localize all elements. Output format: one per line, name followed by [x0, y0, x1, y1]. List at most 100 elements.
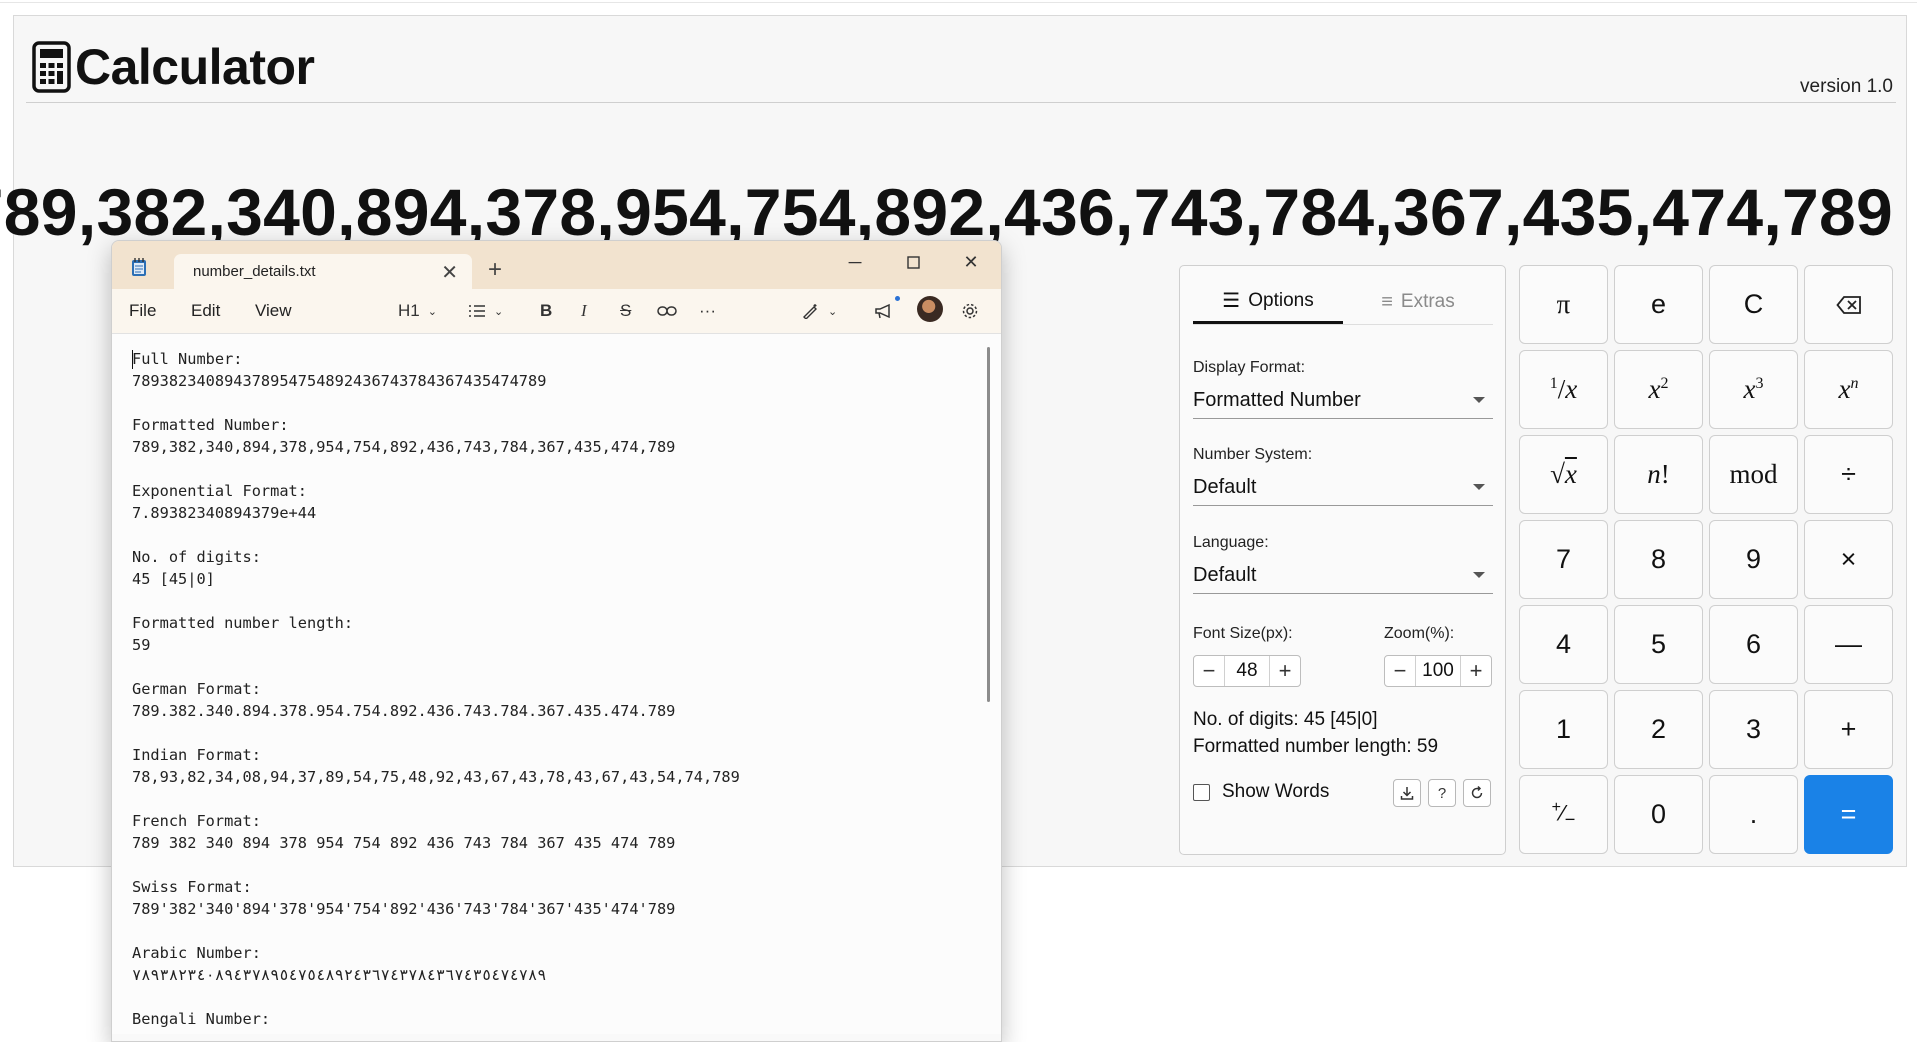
- download-button[interactable]: [1393, 779, 1421, 807]
- chevron-down-icon: [1473, 572, 1485, 578]
- text-line: ٧٨٩٣٨٢٣٤٠٨٩٤٣٧٨٩٥٤٧٥٤٨٩٢٤٣٦٧٤٣٧٨٤٣٦٧٤٣٥٤…: [132, 966, 547, 984]
- zoom-decrement-button[interactable]: −: [1385, 656, 1415, 686]
- maximize-icon: [906, 255, 920, 269]
- italic-icon[interactable]: I: [581, 298, 587, 324]
- text-line: [132, 392, 740, 414]
- sqrt-key[interactable]: √x: [1519, 435, 1608, 514]
- cube-key[interactable]: x3: [1709, 350, 1798, 429]
- calculator-icon: [32, 41, 71, 93]
- language-label: Language:: [1193, 534, 1269, 551]
- divide-key[interactable]: ÷: [1804, 435, 1893, 514]
- digit-1-key[interactable]: 1: [1519, 690, 1608, 769]
- help-button[interactable]: ?: [1428, 779, 1456, 807]
- font-size-value[interactable]: 48: [1224, 656, 1270, 686]
- strikethrough-icon[interactable]: S: [620, 298, 631, 324]
- text-line: Formatted Number:: [132, 416, 289, 434]
- display-format-label: Display Format:: [1193, 359, 1306, 376]
- mod-key[interactable]: mod: [1709, 435, 1798, 514]
- notepad-editor[interactable]: Full Number: 7893823408943789547548924367…: [112, 334, 1001, 1034]
- text-line: [132, 920, 740, 942]
- close-window-button[interactable]: ✕: [951, 247, 991, 277]
- pi-key[interactable]: π: [1519, 265, 1608, 344]
- language-value: Default: [1193, 564, 1257, 586]
- filter-lines-icon: ≡: [1381, 290, 1393, 313]
- bold-icon[interactable]: B: [540, 298, 552, 324]
- show-words-toggle[interactable]: Show Words: [1193, 781, 1329, 803]
- tab-extras[interactable]: ≡ Extras: [1343, 280, 1493, 324]
- tab-options[interactable]: ☰ Options: [1193, 280, 1343, 324]
- gear-icon[interactable]: [961, 298, 979, 324]
- clear-key[interactable]: C: [1709, 265, 1798, 344]
- text-line: French Format:: [132, 812, 261, 830]
- digit-9-key[interactable]: 9: [1709, 520, 1798, 599]
- digit-0-key[interactable]: 0: [1614, 775, 1703, 854]
- font-size-increment-button[interactable]: +: [1270, 656, 1300, 686]
- help-icon: ?: [1437, 784, 1447, 802]
- font-size-decrement-button[interactable]: −: [1194, 656, 1224, 686]
- text-line: 789.382.340.894.378.954.754.892.436.743.…: [132, 702, 676, 720]
- chevron-down-icon: [1473, 484, 1485, 490]
- notepad-tab[interactable]: number_details.txt ✕: [174, 254, 472, 290]
- number-system-value: Default: [1193, 476, 1257, 498]
- backspace-icon: [1835, 295, 1861, 314]
- font-size-stepper: − 48 +: [1193, 655, 1301, 687]
- length-info: Formatted number length: 59: [1193, 736, 1439, 757]
- copilot-icon: [803, 304, 817, 319]
- equals-key[interactable]: =: [1804, 775, 1893, 854]
- digit-3-key[interactable]: 3: [1709, 690, 1798, 769]
- reciprocal-key[interactable]: 1/x: [1519, 350, 1608, 429]
- digit-4-key[interactable]: 4: [1519, 605, 1608, 684]
- chevron-down-icon: ⌄: [494, 305, 504, 318]
- maximize-button[interactable]: [893, 247, 933, 277]
- decimal-key[interactable]: .: [1709, 775, 1798, 854]
- text-line: 45 [45|0]: [132, 570, 215, 588]
- zoom-increment-button[interactable]: +: [1461, 656, 1491, 686]
- display-format-select[interactable]: Formatted Number: [1193, 383, 1493, 419]
- menu-edit[interactable]: Edit: [191, 301, 220, 321]
- text-line: 7893823408943789547548924367437843674354…: [132, 372, 547, 390]
- backspace-key[interactable]: [1804, 265, 1893, 344]
- factorial-key[interactable]: n!: [1614, 435, 1703, 514]
- close-icon[interactable]: ✕: [441, 260, 458, 285]
- list-dropdown[interactable]: ⌄: [468, 298, 503, 324]
- megaphone-icon[interactable]: [874, 298, 894, 324]
- zoom-value[interactable]: 100: [1415, 656, 1461, 686]
- link-icon[interactable]: [657, 298, 677, 324]
- megaphone-glyph: [875, 303, 890, 319]
- e-key[interactable]: e: [1614, 265, 1703, 344]
- hamburger-icon: ☰: [1222, 290, 1241, 312]
- reset-button[interactable]: [1463, 779, 1491, 807]
- show-words-checkbox[interactable]: [1193, 783, 1210, 801]
- more-icon[interactable]: ···: [699, 298, 716, 324]
- avatar[interactable]: [917, 296, 943, 322]
- chevron-down-icon: ⌄: [828, 305, 838, 318]
- notepad-text[interactable]: Full Number: 7893823408943789547548924367…: [132, 348, 740, 1030]
- new-tab-button[interactable]: +: [488, 256, 502, 284]
- minus-key[interactable]: —: [1804, 605, 1893, 684]
- square-key[interactable]: x2: [1614, 350, 1703, 429]
- plus-key[interactable]: +: [1804, 690, 1893, 769]
- menu-file[interactable]: File: [129, 301, 156, 321]
- digit-2-key[interactable]: 2: [1614, 690, 1703, 769]
- multiply-key[interactable]: ×: [1804, 520, 1893, 599]
- plus-minus-key[interactable]: +⁄−: [1519, 775, 1608, 854]
- vertical-scrollbar[interactable]: [987, 347, 990, 702]
- digit-6-key[interactable]: 6: [1709, 605, 1798, 684]
- language-select[interactable]: Default: [1193, 558, 1493, 594]
- minimize-button[interactable]: ─: [835, 247, 875, 277]
- chevron-down-icon: [1473, 397, 1485, 403]
- copilot-dropdown[interactable]: ⌄: [802, 298, 837, 324]
- text-line: 7.89382340894379e+44: [132, 504, 317, 522]
- heading-dropdown[interactable]: H1 ⌄: [398, 298, 437, 324]
- digit-7-key[interactable]: 7: [1519, 520, 1608, 599]
- number-system-select[interactable]: Default: [1193, 470, 1493, 506]
- menu-view[interactable]: View: [255, 301, 292, 321]
- notepad-window: number_details.txt ✕ + ─ ✕ File Edit Vie…: [111, 240, 1002, 1042]
- digit-5-key[interactable]: 5: [1614, 605, 1703, 684]
- power-key[interactable]: xn: [1804, 350, 1893, 429]
- text-line: [132, 986, 740, 1008]
- display-format-value: Formatted Number: [1193, 389, 1361, 411]
- digit-8-key[interactable]: 8: [1614, 520, 1703, 599]
- app-title: Calculator: [75, 39, 315, 95]
- link-glyph: [657, 306, 677, 316]
